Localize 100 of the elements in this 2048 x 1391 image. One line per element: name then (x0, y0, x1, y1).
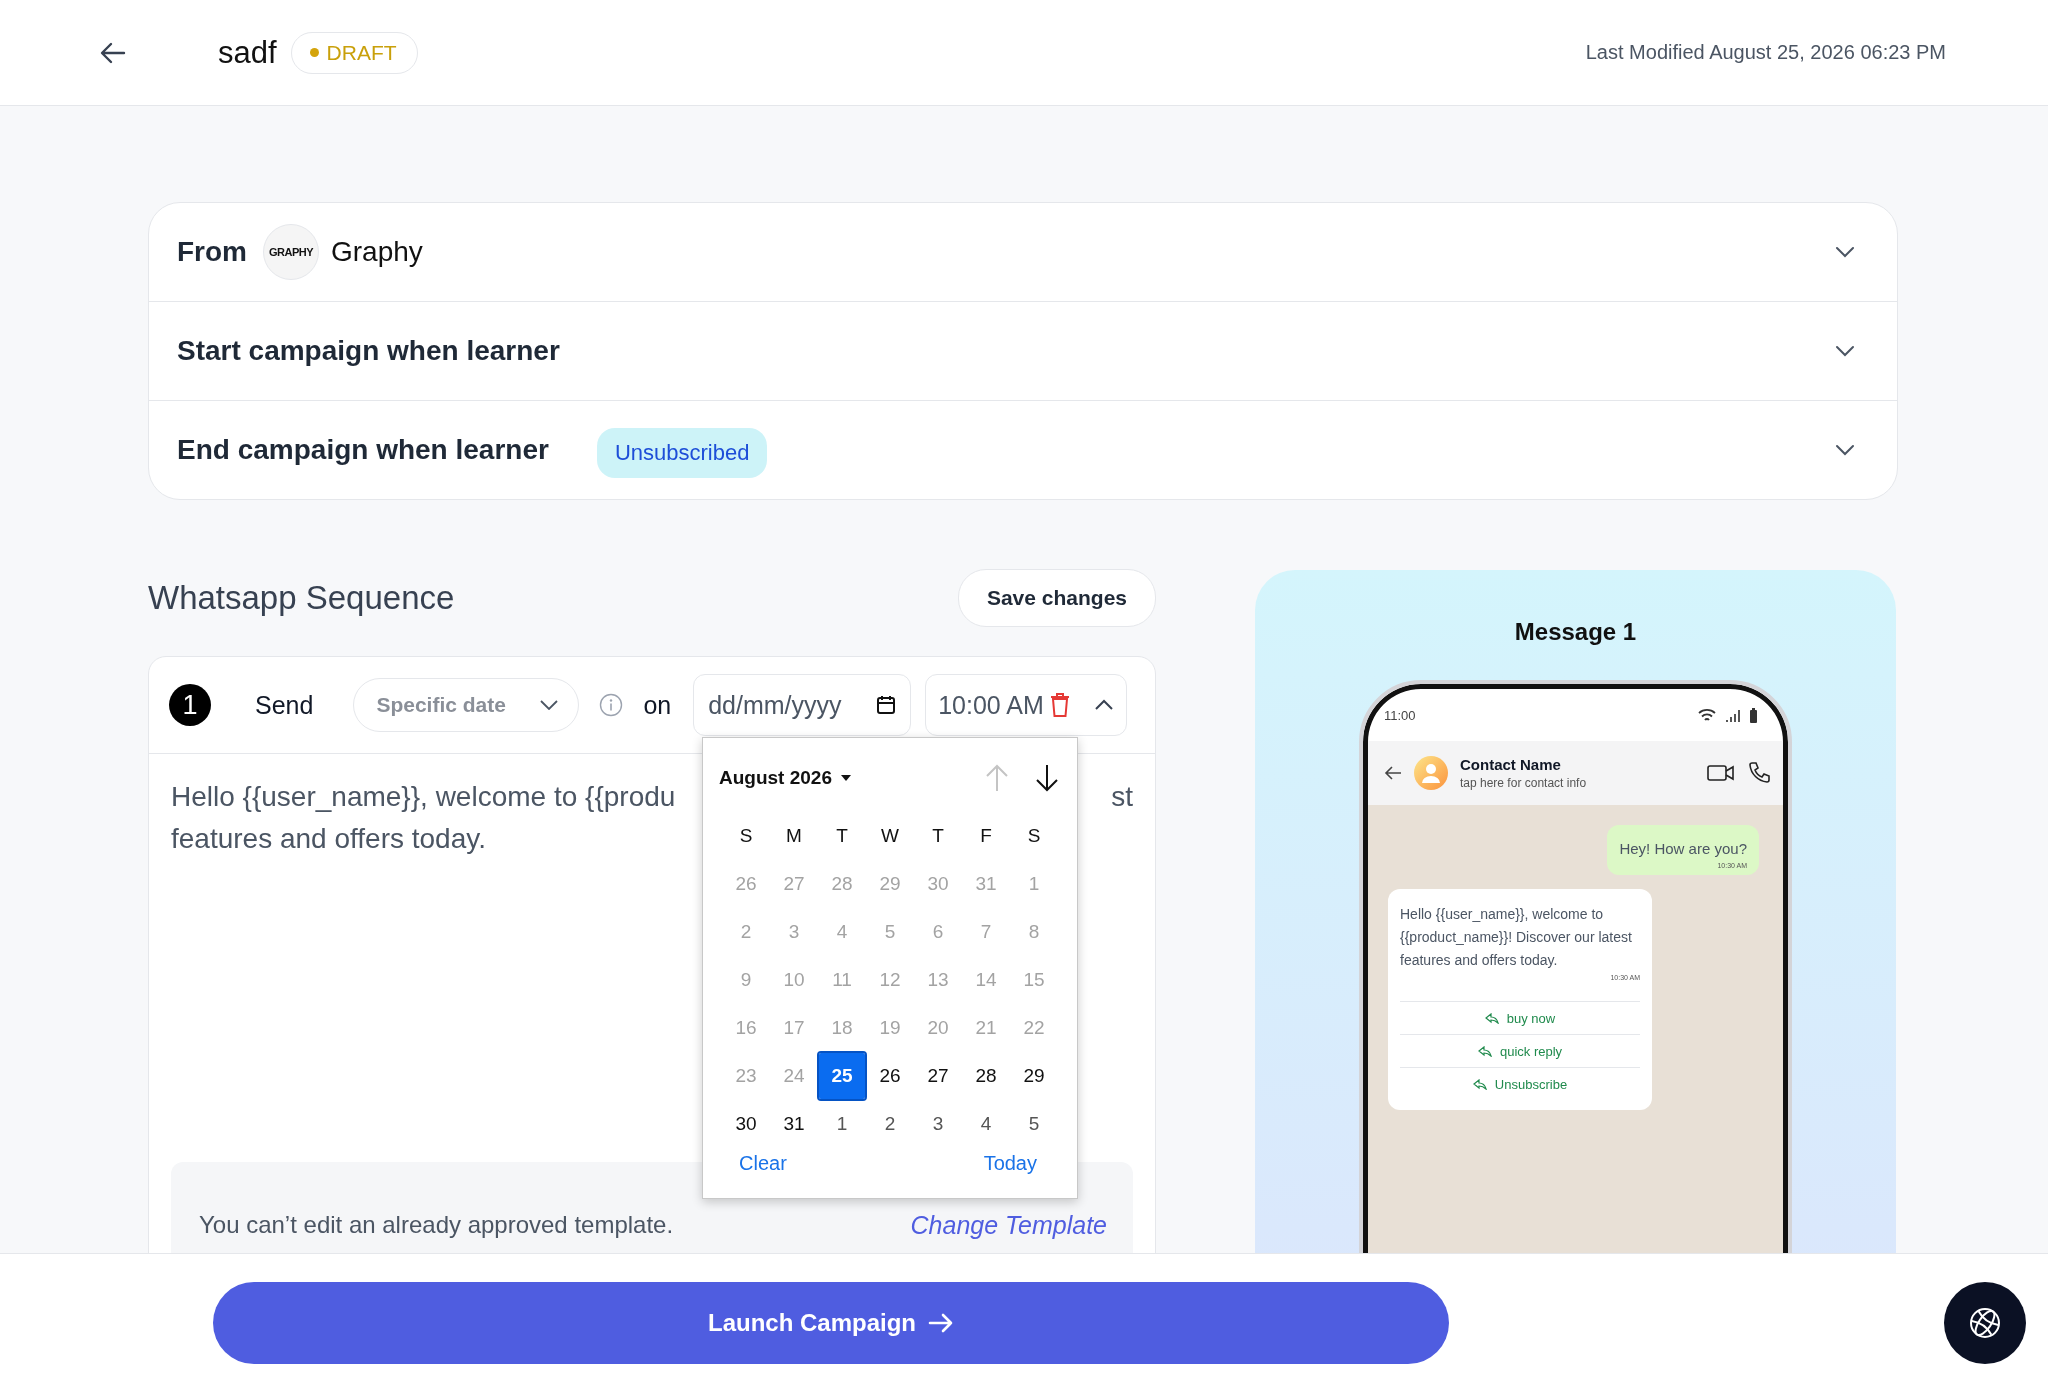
weekday-label: T (835, 824, 849, 848)
calendar-day[interactable]: 18 (819, 1005, 865, 1051)
back-arrow-icon[interactable] (1384, 765, 1402, 781)
phone-call-icon[interactable] (1747, 761, 1771, 785)
send-label: Send (255, 690, 314, 720)
calendar-day[interactable]: 29 (867, 861, 913, 907)
arrow-down-icon[interactable] (1035, 763, 1059, 793)
today-button[interactable]: Today (983, 1152, 1037, 1175)
trash-icon[interactable] (1049, 692, 1070, 718)
calendar-day[interactable]: 14 (963, 957, 1009, 1003)
calendar-day[interactable]: 13 (915, 957, 961, 1003)
calendar-day[interactable]: 8 (1011, 909, 1057, 955)
setting-label: End campaign when learner (177, 434, 549, 466)
schedule-dropdown[interactable]: Specific date (353, 678, 580, 732)
calendar-icon[interactable] (876, 695, 897, 715)
calendar-day[interactable]: 4 (963, 1101, 1009, 1147)
calendar-day[interactable]: 6 (915, 909, 961, 955)
calendar-day[interactable]: 16 (723, 1005, 769, 1051)
calendar-day[interactable]: 25 (819, 1053, 865, 1099)
launch-campaign-button[interactable]: Launch Campaign (213, 1281, 1449, 1364)
bubble-text: Hey! How are you? (1619, 839, 1747, 859)
calendar-day[interactable]: 10 (771, 957, 817, 1003)
calendar-day[interactable]: 31 (963, 861, 1009, 907)
campaign-title: sadf (218, 34, 277, 71)
signal-icon (1726, 708, 1740, 722)
sender-logo: GRAPHY (263, 224, 319, 280)
on-label: on (643, 690, 672, 720)
chevron-up-icon[interactable] (1094, 699, 1115, 711)
change-template-link[interactable]: Change Template (910, 1210, 1107, 1240)
notice-text: You can’t edit an already approved template. (199, 1210, 674, 1240)
avatar-icon (1414, 756, 1448, 790)
reply-icon (1477, 1045, 1492, 1057)
calendar-day[interactable]: 30 (915, 861, 961, 907)
calendar-day[interactable]: 7 (963, 909, 1009, 955)
last-modified-text: Last Modified August 25, 2026 06:23 PM (1585, 41, 1946, 64)
section-title: Whatsapp Sequence (148, 579, 455, 617)
reply-icon (1484, 1012, 1499, 1024)
calendar-day[interactable]: 29 (1011, 1053, 1057, 1099)
contact-subtitle: tap here for contact info (1460, 776, 1587, 790)
quick-reply-button[interactable]: Unsubscribe (1400, 1067, 1640, 1100)
calendar-day[interactable]: 4 (819, 909, 865, 955)
weekday-label: M (785, 824, 803, 848)
step-number: 1 (169, 684, 211, 726)
calendar-day[interactable]: 3 (771, 909, 817, 955)
weekday-label: W (880, 824, 900, 848)
calendar-day[interactable]: 1 (819, 1101, 865, 1147)
reply-icon (1472, 1078, 1487, 1090)
message-text: st (1111, 780, 1133, 814)
chevron-down-icon[interactable] (1835, 444, 1855, 456)
save-button[interactable]: Save changes (957, 569, 1156, 627)
chevron-down-icon[interactable] (1835, 345, 1855, 357)
arrow-right-icon (928, 1312, 954, 1333)
calendar-day[interactable]: 12 (867, 957, 913, 1003)
month-selector[interactable]: August 2026 (719, 767, 852, 789)
calendar-day[interactable]: 5 (867, 909, 913, 955)
calendar-day[interactable]: 27 (915, 1053, 961, 1099)
calendar-day[interactable]: 26 (867, 1053, 913, 1099)
condition-tag: Unsubscribed (596, 428, 768, 478)
calendar-day[interactable]: 5 (1011, 1101, 1057, 1147)
video-camera-icon[interactable] (1707, 763, 1735, 783)
calendar-day[interactable]: 24 (771, 1053, 817, 1099)
chevron-down-icon[interactable] (1835, 246, 1855, 258)
time-field[interactable]: 10:00 AM (925, 674, 1128, 736)
contact-name: Contact Name (1460, 756, 1562, 773)
calendar-day[interactable]: 15 (1011, 957, 1057, 1003)
calendar-day[interactable]: 26 (723, 861, 769, 907)
message-text: Hello {{user_name}}, welcome to {{produ (171, 780, 676, 814)
wifi-icon (1698, 708, 1716, 722)
calendar-day[interactable]: 28 (819, 861, 865, 907)
setting-label: Start campaign when learner (177, 335, 560, 367)
chevron-down-icon (540, 700, 559, 710)
calendar-day[interactable]: 17 (771, 1005, 817, 1051)
battery-icon (1750, 707, 1757, 723)
calendar-day[interactable]: 31 (771, 1101, 817, 1147)
setting-label: From (177, 236, 247, 268)
calendar-day[interactable]: 11 (819, 957, 865, 1003)
calendar-day[interactable]: 30 (723, 1101, 769, 1147)
calendar-day[interactable]: 20 (915, 1005, 961, 1051)
calendar-day[interactable]: 21 (963, 1005, 1009, 1051)
phone-time: 11:00 (1384, 707, 1416, 723)
calendar-day[interactable]: 22 (1011, 1005, 1057, 1051)
date-field[interactable]: dd/mm/yyyy (693, 674, 912, 736)
weekday-label: F (979, 824, 993, 848)
calendar-day[interactable]: 27 (771, 861, 817, 907)
calendar-day[interactable]: 23 (723, 1053, 769, 1099)
bubble-text: Hello {{user_name}}, welcome to {{product_name}}! Discover our latest features and offers today. (1400, 905, 1633, 970)
back-arrow-icon[interactable] (100, 41, 126, 64)
weekday-label: S (1026, 824, 1042, 848)
calendar-day[interactable]: 1 (1011, 861, 1057, 907)
quick-reply-button[interactable]: quick reply (1400, 1034, 1640, 1067)
calendar-day[interactable]: 2 (723, 909, 769, 955)
clear-button[interactable]: Clear (739, 1152, 787, 1175)
calendar-day[interactable]: 3 (915, 1101, 961, 1147)
calendar-day[interactable]: 9 (723, 957, 769, 1003)
calendar-day[interactable]: 19 (867, 1005, 913, 1051)
calendar-day[interactable]: 2 (867, 1101, 913, 1147)
quick-reply-button[interactable]: buy now (1400, 1001, 1640, 1034)
calendar-day[interactable]: 28 (963, 1053, 1009, 1099)
sender-name: Graphy (331, 236, 423, 268)
weekday-label: T (931, 824, 945, 848)
